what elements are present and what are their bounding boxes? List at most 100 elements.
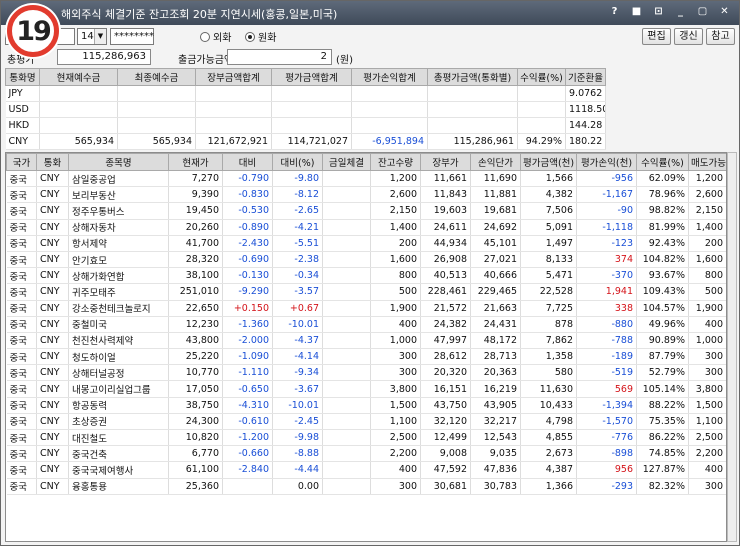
- currency-col-header[interactable]: 총평가금액(통화별): [427, 68, 518, 86]
- holdings-row[interactable]: 중국 CNY 내몽고이리실업그룹 17,050 -0.650 -3.67 3,800 16,1…: [6, 380, 726, 398]
- close-icon[interactable]: ✕: [718, 5, 731, 19]
- holdings-col-header[interactable]: 수익률(%): [636, 153, 689, 171]
- holdings-col-header[interactable]: 국가: [6, 153, 37, 171]
- currency-row[interactable]: HKD 144.28: [5, 117, 606, 134]
- currency-cell: [39, 85, 118, 102]
- holdings-cell: 32,217: [470, 413, 521, 431]
- holdings-col-header[interactable]: 금일체결: [322, 153, 371, 171]
- currency-col-header[interactable]: 현재예수금: [39, 68, 118, 86]
- holdings-col-header[interactable]: 손익단가: [470, 153, 521, 171]
- holdings-cell: 229,465: [470, 283, 521, 301]
- holdings-col-header[interactable]: 현재가: [168, 153, 223, 171]
- holdings-cell: 삼일중공업: [68, 170, 169, 188]
- holdings-row[interactable]: 중국 CNY 융홍통용 25,360 0.00 300 30,681 30,783 1,366-…: [6, 478, 726, 495]
- holdings-row[interactable]: 중국 CNY 안기효모 28,320 -0.690 -2.38 1,600 26,908 27,…: [6, 251, 726, 269]
- holdings-cell: 300: [688, 478, 726, 495]
- radio-won-currency[interactable]: 원화: [245, 29, 276, 44]
- currency-col-header[interactable]: 수익률(%): [517, 68, 566, 86]
- holdings-row[interactable]: 중국 CNY 귀주모태주 251,010 -9.290 -3.57 500 228,461 22…: [6, 283, 726, 301]
- holdings-col-header[interactable]: 대비: [222, 153, 273, 171]
- holdings-col-header[interactable]: 평가금액(천): [520, 153, 577, 171]
- holdings-cell: CNY: [36, 202, 69, 220]
- holdings-cell: 300: [370, 348, 421, 366]
- holdings-cell: 2,200: [370, 445, 421, 463]
- currency-cell: -6,951,894: [351, 133, 428, 150]
- currency-cell: [117, 101, 196, 118]
- holdings-col-header[interactable]: 평가손익(천): [576, 153, 637, 171]
- holdings-row[interactable]: 중국 CNY 천진천사력제약 43,800 -2.000 -4.37 1,000 47,997…: [6, 332, 726, 350]
- holdings-cell: 1,366: [520, 478, 577, 495]
- holdings-cell: -3.57: [272, 283, 323, 301]
- holdings-cell: 9,008: [420, 445, 471, 463]
- refresh-button[interactable]: 갱신: [674, 28, 703, 45]
- vertical-scrollbar[interactable]: [727, 152, 737, 542]
- holdings-row[interactable]: 중국 CNY 청도하이얼 25,220 -1.090 -4.14 300 28,612 28,7…: [6, 348, 726, 366]
- holdings-cell: 2,673: [520, 445, 577, 463]
- holdings-row[interactable]: 중국 CNY 항서제약 41,700 -2.430 -5.51 200 44,934 45,10…: [6, 235, 726, 252]
- holdings-cell: 45,101: [470, 235, 521, 252]
- holdings-cell: 11,630: [520, 380, 577, 398]
- currency-col-header[interactable]: 평가금액합계: [271, 68, 352, 86]
- holdings-row[interactable]: 중국 CNY 중국건축 6,770 -0.660 -8.88 2,200 9,008 9,035…: [6, 445, 726, 463]
- holdings-row[interactable]: 중국 CNY 상해자동차 20,260 -0.890 -4.21 1,400 24,611 24…: [6, 219, 726, 236]
- holdings-col-header[interactable]: 대비(%): [272, 153, 323, 171]
- holdings-row[interactable]: 중국 CNY 보리부동산 9,390 -0.830 -8.12 2,600 11,843 11,…: [6, 186, 726, 204]
- holdings-cell: 중국건축: [68, 445, 169, 463]
- holdings-cell: -1.110: [222, 364, 273, 382]
- holdings-cell: 28,713: [470, 348, 521, 366]
- currency-cell: [117, 117, 196, 134]
- holdings-row[interactable]: 중국 CNY 강소중천테크놀로지 22,650 +0.150 +0.67 1,900 21,5…: [6, 300, 726, 317]
- holdings-cell: 44,934: [420, 235, 471, 252]
- holdings-col-header[interactable]: 장부가: [420, 153, 471, 171]
- password-field[interactable]: ********: [110, 28, 154, 45]
- holdings-grid[interactable]: 국가 통화 종목명 현재가 대비 대비(%) 금일체결 잔고수량 장부가 손익단가 평가금액(천) 평…: [5, 152, 727, 542]
- currency-cell: [39, 117, 118, 134]
- holdings-row[interactable]: 중국 CNY 정주우통버스 19,450 -0.530 -2.65 2,150 19,603 1…: [6, 202, 726, 220]
- holdings-row[interactable]: 중국 CNY 중국국제여행사 61,100 -2.840 -4.44 400 47,592 47…: [6, 461, 726, 479]
- title-bar: 해외주식 체결기준 잔고조회 20분 지연시세(홍콩,일본,미국) ? ■ ⊡ …: [1, 1, 739, 25]
- holdings-cell: 1,900: [688, 300, 726, 317]
- currency-row[interactable]: USD 1118.50: [5, 101, 606, 118]
- holdings-cell: -0.130: [222, 267, 273, 285]
- holdings-row[interactable]: 중국 CNY 삼일중공업 7,270 -0.790 -9.80 1,200 11,661 11,…: [6, 170, 726, 188]
- holdings-cell: 24,431: [470, 316, 521, 333]
- holdings-cell: 49.96%: [636, 316, 689, 333]
- currency-col-header[interactable]: 통화명: [5, 68, 40, 86]
- holdings-col-header[interactable]: 잔고수량: [370, 153, 421, 171]
- holdings-row[interactable]: 중국 CNY 항공동력 38,750 -4.310 -10.01 1,500 43,750 43…: [6, 397, 726, 414]
- account-suffix-select[interactable]: 14 ▼: [77, 28, 107, 45]
- holdings-cell: -1.360: [222, 316, 273, 333]
- holdings-cell: 1,566: [520, 170, 577, 188]
- currency-cell: [195, 117, 272, 134]
- holdings-col-header[interactable]: 통화: [36, 153, 69, 171]
- edit-button[interactable]: 편집: [642, 28, 671, 45]
- maximize-icon[interactable]: ▢: [696, 5, 709, 19]
- currency-col-header[interactable]: 장부금액합계: [195, 68, 272, 86]
- currency-col-header[interactable]: 최종예수금: [117, 68, 196, 86]
- holdings-row[interactable]: 중국 CNY 대진철도 10,820 -1.200 -9.98 2,500 12,499 12,…: [6, 429, 726, 447]
- holdings-cell: 11,690: [470, 170, 521, 188]
- pin-icon[interactable]: ■: [630, 5, 643, 19]
- currency-row[interactable]: CNY 565,934 565,934 121,672,921 114,721,027-…: [5, 133, 606, 150]
- radio-foreign-currency[interactable]: 외화: [200, 29, 231, 44]
- holdings-cell: [322, 332, 371, 350]
- reference-button[interactable]: 참고: [706, 28, 735, 45]
- currency-col-header[interactable]: 기준환율: [565, 68, 606, 86]
- holdings-row[interactable]: 중국 CNY 상해가화연합 38,100 -0.130 -0.34 800 40,513 40,…: [6, 267, 726, 285]
- currency-col-header[interactable]: 평가손익합계: [351, 68, 428, 86]
- holdings-cell: 중국: [6, 397, 37, 414]
- holdings-row[interactable]: 중국 CNY 초상증권 24,300 -0.610 -2.45 1,100 32,120 32,…: [6, 413, 726, 431]
- currency-row[interactable]: JPY 9.0762: [5, 85, 606, 102]
- holdings-col-header[interactable]: 매도가능: [688, 153, 726, 171]
- holdings-col-header[interactable]: 종목명: [68, 153, 169, 171]
- link-icon[interactable]: ⊡: [652, 5, 665, 19]
- holdings-cell: -0.610: [222, 413, 273, 431]
- holdings-cell: 2,150: [370, 202, 421, 220]
- help-icon[interactable]: ?: [608, 5, 621, 19]
- holdings-row[interactable]: 중국 CNY 중철미국 12,230 -1.360 -10.01 400 24,382 24,4…: [6, 316, 726, 333]
- minimize-icon[interactable]: _: [674, 5, 687, 19]
- holdings-row[interactable]: 중국 CNY 상해터널공정 10,770 -1.110 -9.34 300 20,320 20,…: [6, 364, 726, 382]
- holdings-cell: 500: [370, 283, 421, 301]
- holdings-cell: 8,133: [520, 251, 577, 269]
- holdings-cell: 47,592: [420, 461, 471, 479]
